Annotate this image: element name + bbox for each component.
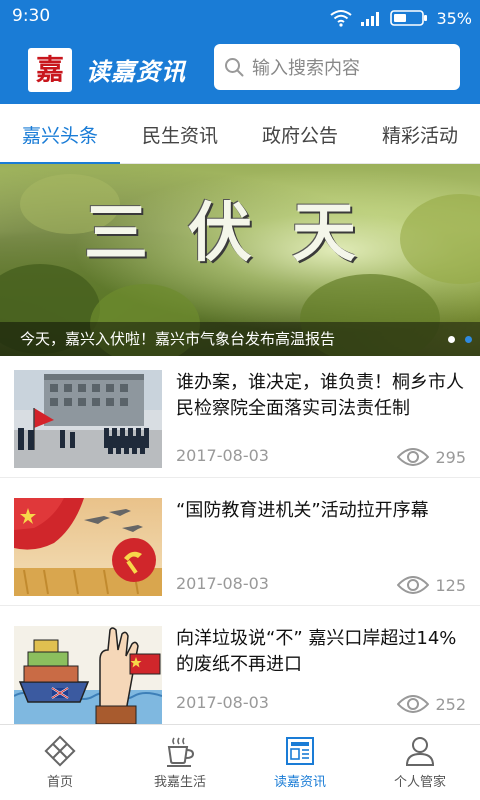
nav-label: 首页 <box>46 775 73 790</box>
banner-pagination <box>448 336 472 343</box>
news-date: 2017-08-03 <box>176 574 269 593</box>
status-bar: 9:30 35% <box>0 0 480 36</box>
news-title: “国防教育进机关”活动拉开序幕 <box>176 500 429 521</box>
app-header: 嘉 读嘉资讯 输入搜索内容 <box>0 36 480 104</box>
search-icon <box>225 58 244 77</box>
status-time: 9:30 <box>12 6 51 26</box>
headline-banner[interactable]: 三伏天 今天，嘉兴入伏啦！嘉兴市气象台发布高温报告 <box>0 164 480 356</box>
person-icon <box>405 737 435 766</box>
view-count: 295 <box>435 447 466 467</box>
bottom-navigation: 首页 我嘉生活 读嘉资讯 个人管家 <box>0 724 480 800</box>
news-title: 向洋垃圾说“不” 嘉兴口岸超过14%的废纸不再进口 <box>176 628 457 675</box>
wifi-icon <box>330 10 353 27</box>
pagination-dot[interactable] <box>448 336 455 343</box>
news-item[interactable]: 谁办案，谁决定，谁负责！桐乡市人民检察院全面落实司法责任制 2017-08-03… <box>0 356 480 478</box>
tab-label: 政府公告 <box>261 124 338 147</box>
cup-icon <box>167 737 195 767</box>
view-count: 252 <box>435 694 466 714</box>
banner-caption: 今天，嘉兴入伏啦！嘉兴市气象台发布高温报告 <box>20 330 336 348</box>
nav-label: 读嘉资讯 <box>273 775 326 790</box>
app-title: 读嘉资讯 <box>86 58 186 86</box>
battery-percentage: 35% <box>436 8 472 28</box>
eye-icon <box>397 576 430 594</box>
tab-featured-events[interactable]: 精彩活动 <box>360 104 480 164</box>
newspaper-icon <box>286 737 314 765</box>
nav-label: 个人管家 <box>393 775 446 790</box>
eye-icon <box>397 448 430 466</box>
tab-jiaxing-headlines[interactable]: 嘉兴头条 <box>0 104 120 165</box>
nav-personal-assistant[interactable]: 个人管家 <box>360 725 480 800</box>
app-logo: 嘉 <box>28 48 72 92</box>
news-date: 2017-08-03 <box>176 446 269 465</box>
battery-icon <box>390 10 428 26</box>
banner-title: 三伏天 <box>84 196 396 271</box>
news-title: 谁办案，谁决定，谁负责！桐乡市人民检察院全面落实司法责任制 <box>176 372 464 419</box>
news-item[interactable]: “国防教育进机关”活动拉开序幕 2017-08-03 125 <box>0 484 480 606</box>
news-view-count: 252 <box>397 694 466 714</box>
tab-livelihood-news[interactable]: 民生资讯 <box>120 104 240 164</box>
news-thumbnail-foreign-waste <box>14 626 162 724</box>
tab-label: 嘉兴头条 <box>21 124 98 147</box>
tab-label: 民生资讯 <box>141 124 218 147</box>
tab-label: 精彩活动 <box>381 124 458 147</box>
logo-character: 嘉 <box>35 53 64 86</box>
news-item[interactable]: 向洋垃圾说“不” 嘉兴口岸超过14%的废纸不再进口 2017-08-03 252 <box>0 612 480 724</box>
search-input[interactable]: 输入搜索内容 <box>214 44 460 90</box>
search-placeholder: 输入搜索内容 <box>252 58 360 79</box>
nav-my-jiaxing-life[interactable]: 我嘉生活 <box>120 725 240 800</box>
news-thumbnail-procuratorate <box>14 370 162 468</box>
news-view-count: 125 <box>397 575 466 595</box>
nav-label: 我嘉生活 <box>153 775 206 790</box>
nav-read-jiaxing-news[interactable]: 读嘉资讯 <box>240 725 360 800</box>
status-icons: 35% <box>330 6 472 30</box>
news-thumbnail-defense-education <box>14 498 162 596</box>
category-tabs: 嘉兴头条 民生资讯 政府公告 精彩活动 <box>0 104 480 165</box>
view-count: 125 <box>435 575 466 595</box>
signal-icon <box>361 12 380 26</box>
news-date: 2017-08-03 <box>176 693 269 712</box>
tab-government-notices[interactable]: 政府公告 <box>240 104 360 164</box>
news-view-count: 295 <box>397 447 466 467</box>
nav-home[interactable]: 首页 <box>0 725 120 800</box>
pagination-dot-active[interactable] <box>465 336 472 343</box>
diamond-icon <box>44 735 76 767</box>
eye-icon <box>397 695 430 713</box>
